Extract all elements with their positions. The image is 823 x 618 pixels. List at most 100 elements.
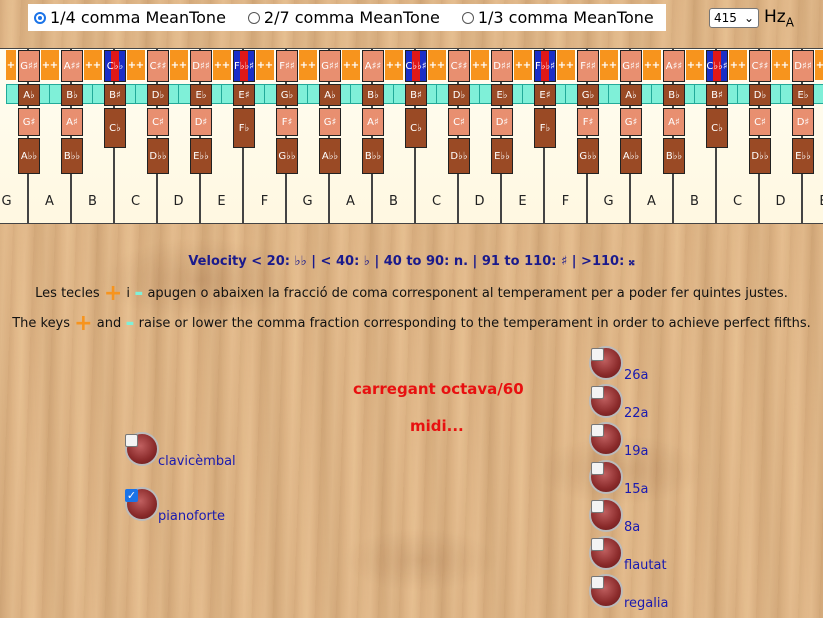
comma-up-button[interactable]: +	[780, 50, 790, 80]
black-key-mid[interactable]: A♭	[18, 84, 40, 106]
black-key-sharp[interactable]: A♯	[61, 108, 83, 136]
black-key-mid[interactable]: B♭	[61, 84, 83, 106]
black-key-sharp[interactable]: D♯	[491, 108, 513, 136]
black-key-double[interactable]: E♭♭	[792, 138, 814, 174]
comma-up-button[interactable]: +	[608, 50, 618, 80]
stop-checkbox[interactable]	[591, 500, 604, 513]
black-key-double[interactable]: D♭♭	[448, 138, 470, 174]
black-key-double[interactable]: A♭♭	[620, 138, 642, 174]
stop-checkbox[interactable]	[591, 348, 604, 361]
black-key-top[interactable]: F♯♯	[276, 50, 298, 82]
comma-up-button[interactable]: +	[221, 50, 231, 80]
black-key-top[interactable]: D♯♯	[792, 50, 814, 82]
black-key-top[interactable]: G♯♯	[319, 50, 341, 82]
black-key-sharp[interactable]: A♯	[663, 108, 685, 136]
comma-up-button[interactable]: +	[92, 50, 102, 80]
black-key-top[interactable]: A♯♯	[61, 50, 83, 82]
black-key-flat[interactable]: C♭	[104, 108, 126, 148]
black-key-sharp[interactable]: D♯	[190, 108, 212, 136]
radio-two-sevenths[interactable]	[247, 11, 260, 24]
black-key-mid[interactable]: E♭	[491, 84, 513, 106]
black-key-top[interactable]: C♯♯	[448, 50, 470, 82]
comma-up-button[interactable]: +	[651, 50, 661, 80]
black-key-top[interactable]: G♯♯	[18, 50, 40, 82]
comma-up-button[interactable]: +	[436, 50, 446, 80]
black-key-mid[interactable]: E♭	[190, 84, 212, 106]
black-key-mid[interactable]: B♯	[405, 84, 427, 106]
black-key-top[interactable]: A♯♯	[362, 50, 384, 82]
black-key-mid[interactable]: B♭	[362, 84, 384, 106]
comma-up-button[interactable]: +	[49, 50, 59, 80]
black-key-top[interactable]: F♭♭♯	[233, 50, 255, 82]
black-key-double[interactable]: G♭♭	[577, 138, 599, 174]
pitch-select[interactable]: 415 ⌄	[709, 8, 759, 28]
black-key-mid[interactable]: D♭	[448, 84, 470, 106]
black-key-mid[interactable]: G♭	[276, 84, 298, 106]
black-key-sharp[interactable]: A♯	[362, 108, 384, 136]
black-key-double[interactable]: E♭♭	[190, 138, 212, 174]
comma-up-button[interactable]: +	[6, 50, 16, 80]
temperament-option-third[interactable]: 1/3 comma MeanTone	[461, 8, 654, 27]
black-key-sharp[interactable]: F♯	[276, 108, 298, 136]
black-key-top[interactable]: C♯♯	[749, 50, 771, 82]
black-key-mid[interactable]: B♯	[706, 84, 728, 106]
black-key-sharp[interactable]: F♯	[577, 108, 599, 136]
temperament-option-two-sevenths[interactable]: 2/7 comma MeanTone	[247, 8, 440, 27]
instrument-checkbox[interactable]	[125, 434, 138, 447]
comma-up-button[interactable]: +	[815, 50, 823, 80]
black-key-double[interactable]: G♭♭	[276, 138, 298, 174]
comma-up-button[interactable]: +	[694, 50, 704, 80]
comma-up-button[interactable]: +	[307, 50, 317, 80]
black-key-double[interactable]: B♭♭	[61, 138, 83, 174]
stop-checkbox[interactable]	[591, 576, 604, 589]
black-key-double[interactable]: D♭♭	[749, 138, 771, 174]
black-key-sharp[interactable]: G♯	[319, 108, 341, 136]
black-key-top[interactable]: C♭♭	[104, 50, 126, 82]
comma-up-button[interactable]: +	[522, 50, 532, 80]
black-key-sharp[interactable]: C♯	[147, 108, 169, 136]
black-key-sharp[interactable]: G♯	[620, 108, 642, 136]
black-key-sharp[interactable]: C♯	[448, 108, 470, 136]
black-key-double[interactable]: B♭♭	[362, 138, 384, 174]
black-key-top[interactable]: C♭♭♯	[706, 50, 728, 82]
black-key-top[interactable]: F♯♯	[577, 50, 599, 82]
black-key-top[interactable]: F♭♭♯	[534, 50, 556, 82]
black-key-mid[interactable]: B♭	[663, 84, 685, 106]
stop-checkbox[interactable]	[591, 462, 604, 475]
comma-up-button[interactable]: +	[393, 50, 403, 80]
black-key-top[interactable]: A♯♯	[663, 50, 685, 82]
stop-checkbox[interactable]	[591, 538, 604, 551]
black-key-mid[interactable]: A♭	[620, 84, 642, 106]
black-key-double[interactable]: A♭♭	[18, 138, 40, 174]
comma-up-button[interactable]: +	[565, 50, 575, 80]
stop-checkbox[interactable]	[591, 386, 604, 399]
comma-up-button[interactable]: +	[135, 50, 145, 80]
temperament-option-quarter[interactable]: 1/4 comma MeanTone	[34, 8, 226, 27]
radio-third[interactable]	[461, 11, 474, 24]
black-key-sharp[interactable]: G♯	[18, 108, 40, 136]
black-key-mid[interactable]: D♭	[147, 84, 169, 106]
black-key-flat[interactable]: F♭	[534, 108, 556, 148]
black-key-mid[interactable]: A♭	[319, 84, 341, 106]
black-key-top[interactable]: D♯♯	[491, 50, 513, 82]
black-key-double[interactable]: D♭♭	[147, 138, 169, 174]
black-key-flat[interactable]: F♭	[233, 108, 255, 148]
black-key-flat[interactable]: C♭	[706, 108, 728, 148]
comma-up-button[interactable]: +	[350, 50, 360, 80]
instrument-checkbox[interactable]: ✓	[125, 489, 138, 502]
black-key-mid[interactable]: D♭	[749, 84, 771, 106]
black-key-top[interactable]: C♯♯	[147, 50, 169, 82]
comma-up-button[interactable]: +	[737, 50, 747, 80]
black-key-double[interactable]: E♭♭	[491, 138, 513, 174]
black-key-mid[interactable]: E♯	[534, 84, 556, 106]
black-key-mid[interactable]: B♯	[104, 84, 126, 106]
black-key-top[interactable]: D♯♯	[190, 50, 212, 82]
black-key-top[interactable]: C♭♭♯	[405, 50, 427, 82]
comma-up-button[interactable]: +	[178, 50, 188, 80]
black-key-double[interactable]: A♭♭	[319, 138, 341, 174]
black-key-flat[interactable]: C♭	[405, 108, 427, 148]
black-key-mid[interactable]: E♭	[792, 84, 814, 106]
black-key-mid[interactable]: E♯	[233, 84, 255, 106]
black-key-sharp[interactable]: C♯	[749, 108, 771, 136]
stop-checkbox[interactable]	[591, 424, 604, 437]
